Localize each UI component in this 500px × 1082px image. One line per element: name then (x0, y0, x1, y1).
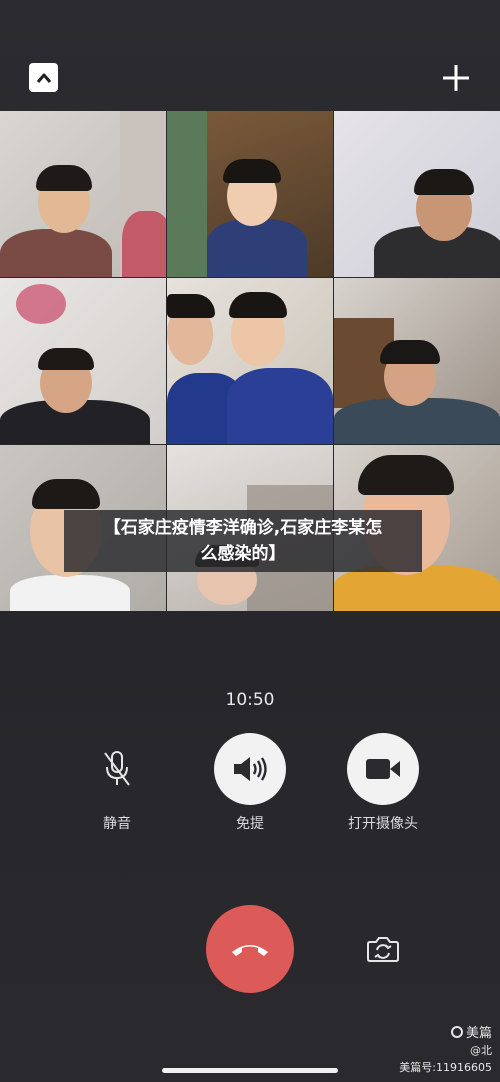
hangup-button[interactable] (206, 905, 294, 993)
video-tile[interactable] (0, 111, 166, 277)
video-camera-icon (366, 759, 400, 779)
watermark-id: 美篇号:11916605 (399, 1061, 492, 1074)
camera-button[interactable]: 打开摄像头 (323, 733, 443, 833)
video-tile[interactable] (0, 278, 166, 444)
add-participant-button[interactable] (440, 62, 472, 94)
watermark: 美篇 @北 美篇号:11916605 (399, 1025, 492, 1076)
video-tile[interactable] (167, 278, 333, 444)
microphone-muted-icon (104, 751, 130, 786)
flip-camera-button[interactable] (366, 934, 400, 964)
speaker-icon (234, 757, 267, 781)
watermark-brand: 美篇 (465, 1026, 492, 1041)
camera-label: 打开摄像头 (348, 816, 418, 832)
caption-line: 【石家庄疫情李洋确诊,石家庄李某怎 (103, 518, 383, 538)
hangup-phone-icon (232, 945, 268, 956)
watermark-handle: @北 (470, 1044, 492, 1057)
plus-icon (443, 65, 469, 91)
speaker-label: 免提 (236, 816, 264, 832)
flip-camera-icon (367, 937, 399, 962)
call-timer: 10:50 (225, 690, 275, 710)
video-tile[interactable] (167, 111, 333, 277)
video-tile[interactable] (334, 278, 500, 444)
speaker-button[interactable]: 免提 (190, 733, 310, 833)
video-tile[interactable] (334, 111, 500, 277)
watermark-brand-row: 美篇 (399, 1025, 492, 1042)
video-call-screen: 【石家庄疫情李洋确诊,石家庄李某怎 么感染的】 10:50 静音 免提 打开摄像… (0, 0, 500, 1082)
mute-button[interactable]: 静音 (57, 733, 177, 833)
collapse-button[interactable] (29, 63, 58, 92)
home-indicator[interactable] (162, 1068, 338, 1073)
meipian-logo-icon (450, 1026, 463, 1038)
chevron-up-icon (36, 73, 51, 83)
mute-label: 静音 (103, 816, 131, 832)
caption-line: 么感染的】 (200, 544, 286, 564)
caption-banner: 【石家庄疫情李洋确诊,石家庄李某怎 么感染的】 (64, 510, 422, 572)
